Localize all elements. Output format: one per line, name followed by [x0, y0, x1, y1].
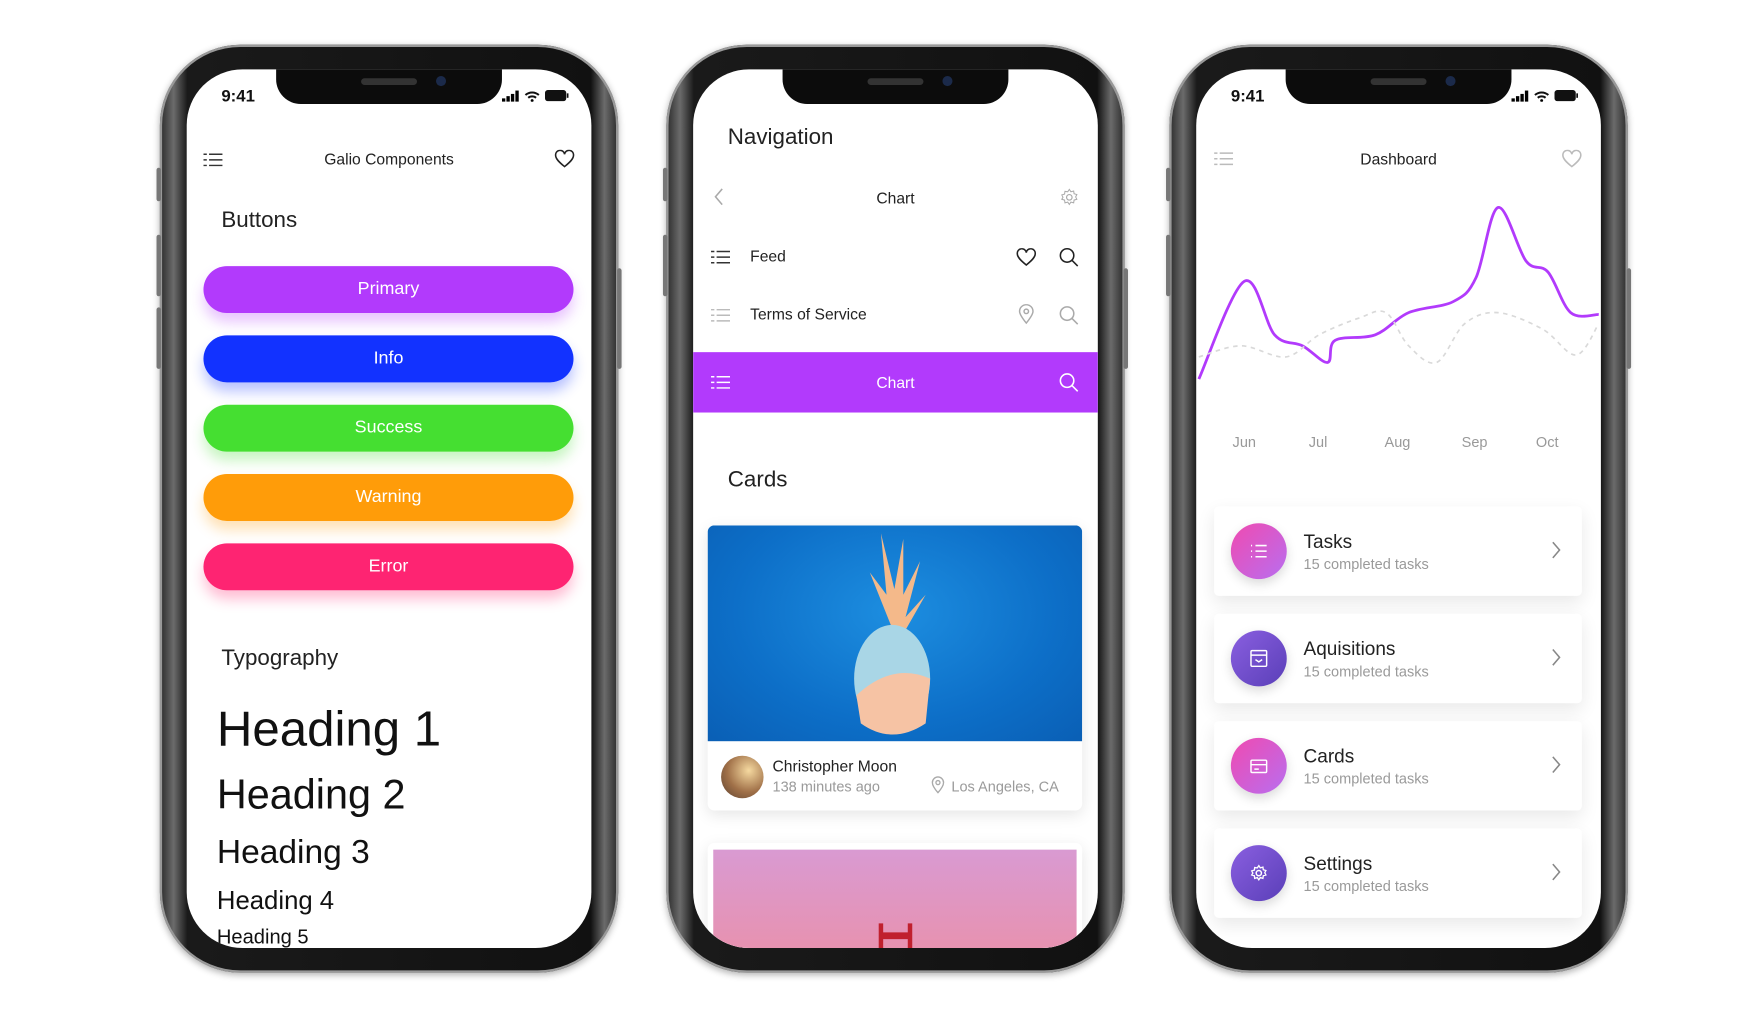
primary-button[interactable]: Primary	[203, 266, 574, 314]
month-label: Sep	[1461, 433, 1488, 451]
error-button[interactable]: Error	[203, 543, 574, 591]
avatar	[721, 755, 764, 799]
phone-navigation: Navigation Chart Feed Terms of Service C…	[662, 44, 1129, 973]
section-title-navigation: Navigation	[727, 125, 834, 150]
status-icons	[501, 89, 569, 102]
archive-icon	[1230, 630, 1287, 687]
section-title-typography: Typography	[221, 646, 339, 671]
heading-2: Heading 2	[216, 771, 406, 818]
card-location: Los Angeles, CA	[951, 778, 1059, 795]
item-title: Cards	[1303, 745, 1355, 767]
info-button[interactable]: Info	[203, 335, 574, 383]
dashboard-item-cards[interactable]: Cards 15 completed tasks	[1214, 721, 1582, 811]
header-title: Galio Components	[324, 149, 454, 168]
screen: 9:41 Dashboard Jun Jul Aug Sep Oct Tasks…	[1196, 69, 1601, 949]
card-image	[713, 849, 1077, 949]
status-time: 9:41	[1230, 87, 1265, 107]
navbar-feed: Feed	[693, 228, 1098, 284]
navbar-title: Terms of Service	[750, 305, 867, 324]
menu-icon[interactable]	[711, 307, 731, 323]
heart-icon[interactable]	[554, 149, 575, 168]
month-label: Jun	[1232, 433, 1256, 451]
navbar-title: Chart	[876, 188, 915, 207]
card-author: Christopher Moon	[772, 756, 897, 775]
bridge-image	[878, 923, 913, 949]
section-title-buttons: Buttons	[221, 207, 298, 233]
list-icon	[1230, 523, 1287, 580]
signal-icon	[501, 89, 519, 102]
chevron-right-icon	[1552, 541, 1561, 559]
phone-dashboard: 9:41 Dashboard Jun Jul Aug Sep Oct Tasks…	[1166, 44, 1632, 973]
item-subtitle: 15 completed tasks	[1303, 877, 1429, 895]
card-image	[707, 525, 1083, 742]
heading-4: Heading 4	[216, 885, 335, 915]
pineapple-image	[854, 533, 931, 735]
search-icon[interactable]	[1059, 305, 1079, 325]
month-label: Oct	[1535, 433, 1559, 451]
success-button[interactable]: Success	[203, 404, 574, 452]
chevron-right-icon	[1552, 756, 1561, 774]
status-icons	[1511, 89, 1578, 102]
item-subtitle: 15 completed tasks	[1303, 662, 1429, 680]
screen: 9:41 Galio Components Buttons Primary In…	[186, 69, 592, 949]
heart-icon[interactable]	[1016, 248, 1037, 266]
navbar-chart: Chart	[693, 170, 1098, 226]
gear-icon[interactable]	[1060, 188, 1079, 207]
item-title: Settings	[1303, 852, 1373, 875]
dashboard-item-tasks[interactable]: Tasks 15 completed tasks	[1214, 506, 1582, 596]
header-title: Dashboard	[1360, 149, 1437, 168]
item-subtitle: 15 completed tasks	[1303, 555, 1429, 573]
navbar-chart-primary: Chart	[693, 352, 1098, 413]
navbar-title: Feed	[750, 247, 786, 265]
chevron-right-icon	[1552, 649, 1561, 666]
signal-icon	[1511, 89, 1529, 102]
menu-icon[interactable]	[711, 249, 731, 265]
wifi-icon	[524, 90, 540, 102]
warning-button[interactable]: Warning	[203, 474, 574, 521]
item-title: Aquisitions	[1303, 638, 1396, 660]
dashboard-item-aquisitions[interactable]: Aquisitions 15 completed tasks	[1214, 613, 1582, 704]
chart-line-primary	[1197, 206, 1599, 380]
battery-icon	[545, 89, 569, 102]
status-time: 9:41	[221, 87, 255, 107]
navbar-terms: Terms of Service	[693, 286, 1098, 342]
section-title-cards: Cards	[727, 467, 788, 492]
heading-5: Heading 5	[216, 925, 309, 949]
card-time: 138 minutes ago	[772, 778, 880, 795]
dashboard-item-settings[interactable]: Settings 15 completed tasks	[1214, 828, 1582, 918]
image-card[interactable]: Christopher Moon 138 minutes ago Los Ang…	[707, 525, 1083, 811]
map-pin-icon[interactable]	[1018, 304, 1034, 325]
heart-icon[interactable]	[1562, 149, 1582, 168]
heading-3: Heading 3	[216, 833, 370, 871]
month-label: Jul	[1308, 433, 1328, 451]
item-title: Tasks	[1303, 531, 1353, 553]
image-card[interactable]	[707, 842, 1083, 949]
credit-card-icon	[1230, 737, 1287, 794]
search-icon[interactable]	[1059, 247, 1079, 267]
navbar-title: Chart	[876, 373, 915, 392]
month-label: Aug	[1384, 433, 1411, 451]
search-icon[interactable]	[1059, 372, 1079, 392]
line-chart	[1197, 206, 1600, 380]
battery-icon	[1554, 89, 1578, 102]
phone-components: 9:41 Galio Components Buttons Primary In…	[156, 44, 622, 973]
chevron-right-icon	[1552, 863, 1561, 881]
heading-1: Heading 1	[216, 702, 442, 757]
screen: Navigation Chart Feed Terms of Service C…	[693, 69, 1098, 949]
item-subtitle: 15 completed tasks	[1303, 770, 1429, 788]
wifi-icon	[1534, 90, 1550, 102]
map-pin-icon	[931, 776, 945, 794]
gear-icon	[1230, 845, 1287, 902]
